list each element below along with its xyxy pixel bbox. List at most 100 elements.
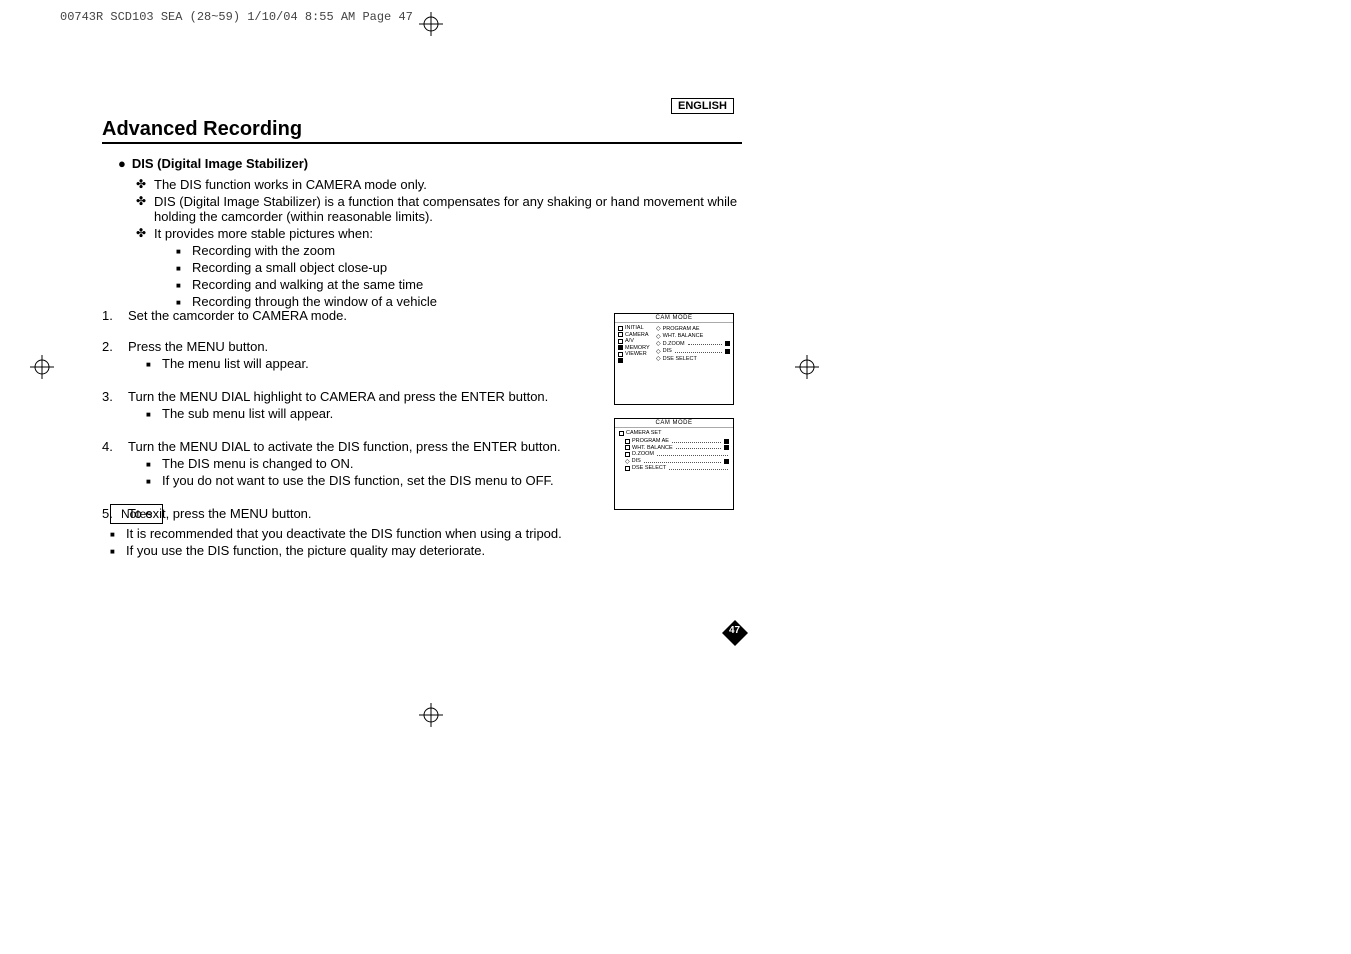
step-text: Set the camcorder to CAMERA mode. — [128, 308, 347, 323]
dotted-line — [644, 460, 721, 463]
step-text: Turn the MENU DIAL highlight to CAMERA a… — [128, 389, 548, 404]
menu-item: CAMERA — [625, 332, 649, 338]
menu-item: A/V — [625, 338, 634, 344]
submenu-item: DIS — [632, 458, 641, 464]
step-sub: The menu list will appear. — [146, 356, 309, 371]
menu-item: MEMORY — [625, 345, 650, 351]
screen-body: INITIAL CAMERA A/V MEMORY VIEWER ◇PROGRA… — [615, 323, 733, 365]
screen-title: CAM MODE — [615, 419, 733, 428]
dotted-line — [675, 350, 722, 353]
indicator-icon — [725, 349, 730, 354]
step-sub-item: The sub menu list will appear. — [146, 406, 548, 421]
diamond-icon: ◇ — [656, 333, 661, 340]
step-text: Turn the MENU DIAL to activate the DIS f… — [128, 439, 561, 454]
registration-mark-icon — [419, 703, 443, 727]
submenu-item: PROGRAM AE — [663, 326, 700, 332]
submenu-item: DSE SELECT — [663, 356, 697, 362]
screen-title: CAM MODE — [615, 314, 733, 323]
menu-box-icon — [618, 326, 623, 331]
submenu-item: WHT. BALANCE — [632, 445, 673, 451]
submenu-item: DIS — [663, 348, 672, 354]
language-tag: ENGLISH — [671, 98, 734, 114]
step-item: 2. Press the MENU button. The menu list … — [102, 339, 602, 373]
feature-heading-text: DIS (Digital Image Stabilizer) — [132, 156, 308, 171]
feature-point: DIS (Digital Image Stabilizer) is a func… — [136, 194, 752, 224]
menu-box-icon — [625, 445, 630, 450]
step-sub: The sub menu list will appear. — [146, 406, 548, 421]
screen-body: CAMERA SET PROGRAM AE WHT. BALANCE D.ZOO… — [615, 428, 733, 474]
submenu-item: DSE SELECT — [632, 465, 666, 471]
step-number: 4. — [102, 439, 120, 490]
feature-heading: ● DIS (Digital Image Stabilizer) — [118, 156, 752, 171]
step-item: 5. To exit, press the MENU button. — [102, 506, 602, 521]
screen-left-menu: INITIAL CAMERA A/V MEMORY VIEWER — [618, 325, 654, 363]
notes-list: It is recommended that you deactivate th… — [110, 526, 650, 560]
step-number: 3. — [102, 389, 120, 423]
example-item: Recording with the zoom — [176, 243, 752, 258]
indicator-icon — [724, 439, 729, 444]
dotted-line — [669, 467, 728, 470]
menu-item: VIEWER — [625, 351, 647, 357]
camcorder-screen-2: CAM MODE CAMERA SET PROGRAM AE WHT. BALA… — [614, 418, 734, 510]
feature-section: ● DIS (Digital Image Stabilizer) The DIS… — [112, 156, 752, 311]
diamond-icon: ◇ — [625, 458, 630, 465]
menu-box-icon — [619, 431, 624, 436]
step-text: Press the MENU button. — [128, 339, 268, 354]
menu-box-icon — [618, 352, 623, 357]
step-item: 3. Turn the MENU DIAL highlight to CAMER… — [102, 389, 602, 423]
registration-mark-icon — [30, 355, 54, 379]
menu-box-icon — [618, 345, 623, 350]
example-item: Recording and walking at the same time — [176, 277, 752, 292]
submenu-item: D.ZOOM — [663, 341, 685, 347]
screen-right-menu: ◇PROGRAM AE ◇WHT. BALANCE ◇D.ZOOM ◇DIS ◇… — [656, 325, 730, 363]
feature-point: The DIS function works in CAMERA mode on… — [136, 177, 752, 192]
menu-box-icon — [618, 339, 623, 344]
diamond-icon: ◇ — [656, 348, 661, 355]
example-item: Recording through the window of a vehicl… — [176, 294, 752, 309]
bullet-icon: ● — [118, 156, 126, 171]
menu-item: INITIAL — [625, 325, 644, 331]
diamond-icon: ◇ — [656, 355, 661, 362]
indicator-icon — [724, 459, 729, 464]
steps-section: 1. Set the camcorder to CAMERA mode. 2. … — [102, 308, 602, 537]
feature-point: It provides more stable pictures when: R… — [136, 226, 752, 309]
menu-box-icon — [618, 358, 623, 363]
menu-box-icon — [618, 332, 623, 337]
feature-points: The DIS function works in CAMERA mode on… — [136, 177, 752, 309]
submenu-item: WHT. BALANCE — [663, 333, 704, 339]
example-item: Recording a small object close-up — [176, 260, 752, 275]
dotted-line — [688, 342, 722, 345]
dotted-line — [657, 453, 728, 456]
note-item: It is recommended that you deactivate th… — [110, 526, 650, 541]
menu-box-icon — [625, 439, 630, 444]
registration-mark-icon — [795, 355, 819, 379]
diamond-icon: ◇ — [656, 340, 661, 347]
diamond-icon: ◇ — [656, 325, 661, 332]
registration-mark-icon — [419, 12, 443, 36]
title-rule — [102, 142, 742, 144]
notes-heading-box: Notes — [110, 504, 163, 524]
dotted-line — [676, 446, 721, 449]
page-title: Advanced Recording — [102, 118, 302, 141]
submenu-item: D.ZOOM — [632, 451, 654, 457]
stable-examples: Recording with the zoom Recording a smal… — [176, 243, 752, 309]
submenu-item: PROGRAM AE — [632, 438, 669, 444]
step-sub-item: The DIS menu is changed to ON. — [146, 456, 561, 471]
step-item: 1. Set the camcorder to CAMERA mode. — [102, 308, 602, 323]
note-item: If you use the DIS function, the picture… — [110, 543, 650, 558]
feature-point-text: It provides more stable pictures when: — [154, 226, 373, 241]
indicator-icon — [724, 445, 729, 450]
menu-box-icon — [625, 452, 630, 457]
step-sub: The DIS menu is changed to ON. If you do… — [146, 456, 561, 488]
screen-header: CAMERA SET — [626, 430, 661, 436]
dotted-line — [672, 440, 721, 443]
page-number: 47 — [729, 625, 740, 636]
menu-box-icon — [625, 466, 630, 471]
step-number: 2. — [102, 339, 120, 373]
step-item: 4. Turn the MENU DIAL to activate the DI… — [102, 439, 602, 490]
camcorder-screen-1: CAM MODE INITIAL CAMERA A/V MEMORY VIEWE… — [614, 313, 734, 405]
step-sub-item: If you do not want to use the DIS functi… — [146, 473, 561, 488]
step-sub-item: The menu list will appear. — [146, 356, 309, 371]
print-header: 00743R SCD103 SEA (28~59) 1/10/04 8:55 A… — [60, 10, 413, 24]
indicator-icon — [725, 341, 730, 346]
